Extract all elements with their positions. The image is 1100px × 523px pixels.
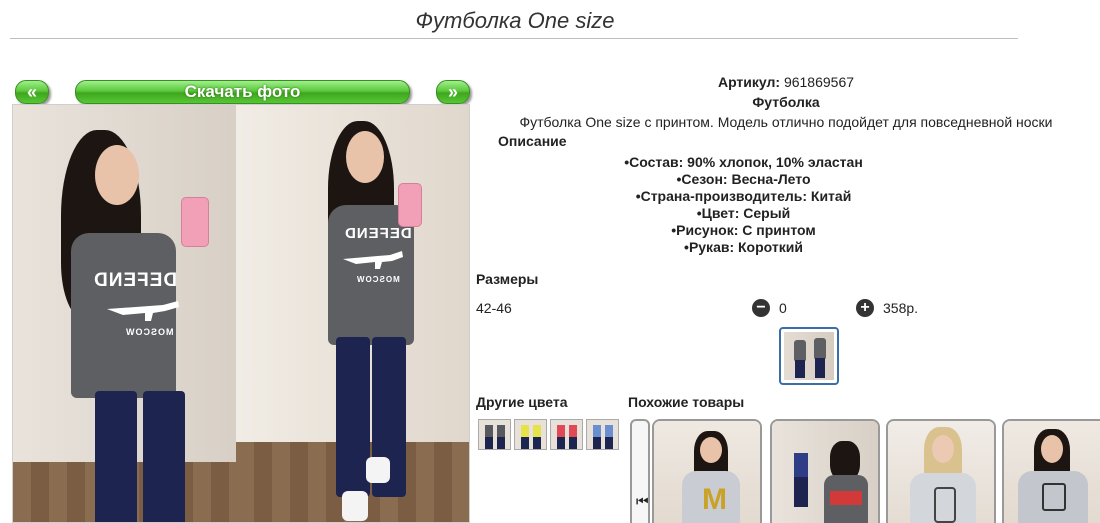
color-option-gray[interactable]	[478, 419, 511, 450]
shirt-print-graphic	[107, 301, 179, 321]
skip-back-icon: ⏮	[636, 493, 649, 509]
description-heading: Описание	[498, 133, 567, 149]
color-option-blue[interactable]	[586, 419, 619, 450]
product-type: Футболка	[752, 94, 820, 110]
shirt-print-subtext: MOSCOW	[125, 327, 174, 337]
shirt-print-subtext-right: MOSCOW	[356, 275, 400, 284]
similar-products-carousel: ⏮ M	[630, 419, 1100, 523]
next-photo-button[interactable]: »	[436, 80, 470, 104]
size-label: 42-46	[476, 300, 512, 316]
shirt-print-graphic-right	[343, 251, 403, 269]
spec-list: Состав: 90% хлопок, 10% эластан Сезон: В…	[476, 154, 1011, 256]
page-title: Футболка One size	[415, 8, 615, 33]
photo-thumbnail-selected[interactable]	[779, 327, 839, 385]
prev-photo-button[interactable]: «	[15, 80, 49, 104]
spec-item: Рукав: Короткий	[476, 239, 1011, 256]
article-value: 961869567	[783, 74, 855, 90]
color-option-red[interactable]	[550, 419, 583, 450]
similar-product-card[interactable]: M	[652, 419, 762, 523]
other-colors-heading: Другие цвета	[476, 394, 568, 410]
similar-product-card[interactable]	[1002, 419, 1100, 523]
article-label: Артикул:	[717, 74, 781, 90]
spec-item: Цвет: Серый	[476, 205, 1011, 222]
photo-panel-right: DEFEND MOSCOW	[236, 105, 469, 522]
title-divider	[10, 38, 1018, 39]
spec-item: Сезон: Весна-Лето	[476, 171, 1011, 188]
shirt-print-text-right: DEFEND	[344, 225, 412, 242]
spec-item: Страна-производитель: Китай	[476, 188, 1011, 205]
shirt-print-text: DEFEND	[93, 270, 178, 291]
phone-icon-right	[398, 183, 422, 227]
size-row: 42-46 − 0 + 358р.	[476, 299, 1096, 319]
sizes-heading: Размеры	[476, 271, 539, 287]
similar-product-card[interactable]	[886, 419, 996, 523]
product-description: Футболка One size с принтом. Модель отли…	[519, 114, 1053, 130]
article-line: Артикул: 961869567	[476, 74, 1096, 90]
phone-icon	[181, 197, 209, 247]
price-value: 358р.	[883, 300, 919, 316]
decrease-quantity-button[interactable]: −	[752, 299, 770, 317]
spec-item: Состав: 90% хлопок, 10% эластан	[476, 154, 1011, 171]
quantity-value: 0	[779, 300, 787, 316]
photo-panel-left: DEFEND MOSCOW	[13, 105, 236, 522]
similar-products-heading: Похожие товары	[628, 394, 745, 410]
similar-product-card[interactable]	[770, 419, 880, 523]
download-photo-button[interactable]: Скачать фото	[75, 80, 410, 104]
carousel-prev-button[interactable]: ⏮	[630, 419, 650, 523]
color-option-yellow[interactable]	[514, 419, 547, 450]
spec-item: Рисунок: С принтом	[476, 222, 1011, 239]
increase-quantity-button[interactable]: +	[856, 299, 874, 317]
product-photo: DEFEND MOSCOW DEFEND MOSCOW	[12, 104, 470, 523]
